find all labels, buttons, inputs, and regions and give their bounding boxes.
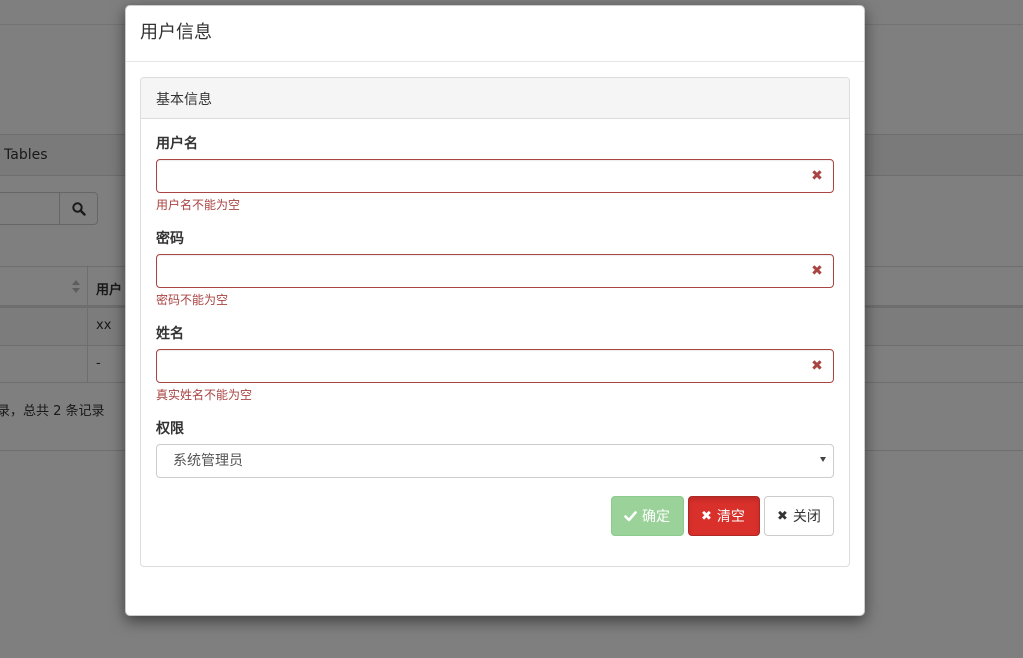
permission-select-value[interactable]: 系统管理员 [156,444,834,478]
close-button[interactable]: ✖ 关闭 [764,496,834,536]
modal-title: 用户信息 [140,22,212,43]
clear-button[interactable]: ✖ 清空 [688,496,760,536]
username-label: 用户名 [156,136,198,152]
username-error: 用户名不能为空 [156,198,241,212]
realname-error: 真实姓名不能为空 [156,388,253,402]
password-form-group: 密码 ✖ 密码不能为空 [156,229,834,309]
panel-body: 用户名 ✖ 用户名不能为空 密码 ✖ 密码不能为空 姓名 ✖ 真实姓名不能为空 … [141,119,849,536]
confirm-button-label: 确定 [642,509,670,525]
times-icon: ✖ [811,263,823,279]
permission-select[interactable]: 系统管理员 [156,444,834,478]
modal-body: 基本信息 用户名 ✖ 用户名不能为空 密码 ✖ 密码不能为空 姓名 ✖ 真实姓名… [126,62,864,582]
password-error: 密码不能为空 [156,293,229,307]
clear-button-label: 清空 [716,509,745,525]
username-form-group: 用户名 ✖ 用户名不能为空 [156,134,834,214]
realname-label: 姓名 [156,326,184,342]
check-icon [624,510,637,521]
times-icon: ✖ [811,358,823,374]
confirm-button[interactable]: 确定 [611,496,684,536]
form-button-row: 确定 ✖ 清空 ✖ 关闭 [611,496,834,536]
realname-form-group: 姓名 ✖ 真实姓名不能为空 [156,324,834,404]
realname-input[interactable] [156,349,834,383]
permission-form-group: 权限 系统管理员 [156,419,834,478]
modal-header: 用户信息 [126,6,864,62]
basic-info-panel: 基本信息 用户名 ✖ 用户名不能为空 密码 ✖ 密码不能为空 姓名 ✖ 真实姓名… [140,77,850,567]
user-info-modal: 用户信息 基本信息 用户名 ✖ 用户名不能为空 密码 ✖ 密码不能为空 姓名 ✖… [125,5,865,616]
panel-heading: 基本信息 [141,78,849,119]
close-button-label: 关闭 [792,509,821,525]
times-icon: ✖ [701,508,712,524]
password-input[interactable] [156,254,834,288]
times-icon: ✖ [811,168,823,184]
password-label: 密码 [156,231,184,247]
permission-label: 权限 [156,421,184,437]
caret-down-icon [820,457,826,462]
times-icon: ✖ [777,508,788,524]
username-input[interactable] [156,159,834,193]
